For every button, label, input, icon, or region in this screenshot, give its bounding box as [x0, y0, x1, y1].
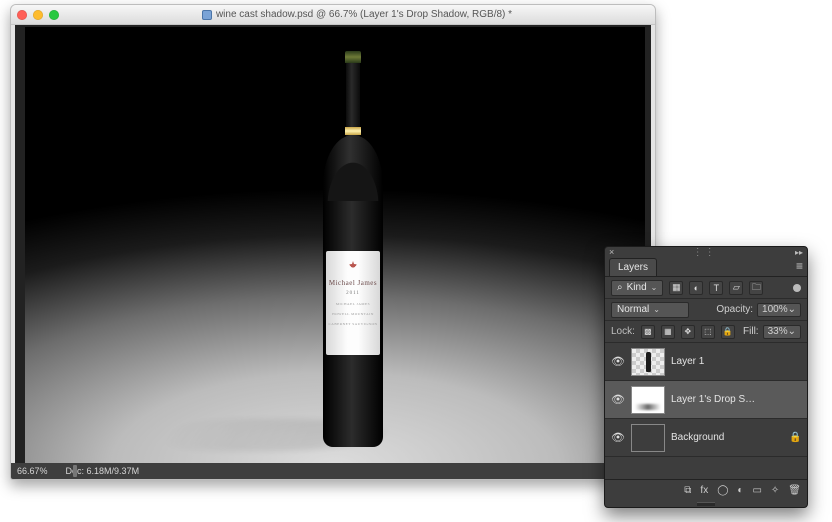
status-bar: 66.67% Doc: 6.18M/9.37M [11, 463, 655, 479]
layers-list: 👁 Layer 1 👁 Layer 1's Drop S… 👁 Backgrou… [605, 343, 807, 479]
visibility-toggle-icon[interactable]: 👁 [611, 355, 625, 368]
panel-close-icon[interactable]: × [609, 247, 614, 257]
add-mask-icon[interactable]: ◯ [717, 485, 728, 496]
window-title: wine cast shadow.psd @ 66.7% (Layer 1's … [65, 9, 649, 20]
layer-thumbnail[interactable] [631, 386, 665, 414]
new-adjust-icon[interactable]: ◐ [737, 485, 743, 496]
layers-panel: × ⋮⋮ ▸▸ Layers ≡ ⌕ Kind ⌄ ▦ ◐ T ▱ 🗀 Norm… [604, 246, 808, 508]
layer-filter-row: ⌕ Kind ⌄ ▦ ◐ T ▱ 🗀 [605, 277, 807, 299]
search-icon: ⌕ [617, 282, 623, 293]
canvas-area[interactable]: Michael James 2011 MICHAEL JAMES HOWELL … [15, 25, 651, 463]
lock-label: Lock: [611, 326, 635, 337]
label-line3: CABERNET SAUVIGNON [328, 322, 377, 326]
layer-fx-icon[interactable]: fx [700, 485, 708, 496]
chevron-down-icon: ⌄ [653, 305, 660, 314]
minimize-button[interactable] [33, 10, 43, 20]
filter-smart-icon[interactable]: 🗀 [749, 281, 763, 295]
opacity-value-text: 100% [762, 304, 788, 315]
layer-name[interactable]: Layer 1's Drop S… [671, 394, 801, 405]
layer-thumbnail[interactable] [631, 348, 665, 376]
filter-toggle-icon[interactable] [793, 284, 801, 292]
panel-tabs: Layers ≡ [605, 257, 807, 277]
panel-collapse-icon[interactable]: ▸▸ [795, 248, 803, 257]
zoom-button[interactable] [49, 10, 59, 20]
visibility-toggle-icon[interactable]: 👁 [611, 393, 625, 406]
delete-layer-icon[interactable]: 🗑 [788, 485, 801, 496]
chevron-down-icon: ⌄ [788, 326, 796, 337]
chevron-down-icon: ⌄ [651, 283, 658, 292]
layer-thumbnail[interactable] [631, 424, 665, 452]
fill-value-field[interactable]: 33% ⌄ [763, 325, 801, 339]
blend-mode-dropdown[interactable]: Normal ⌄ [611, 302, 689, 318]
blend-row: Normal ⌄ Opacity: 100% ⌄ [605, 299, 807, 321]
layer-row[interactable]: 👁 Layer 1's Drop S… [605, 381, 807, 419]
fleur-de-lis-icon [348, 261, 358, 273]
window-titlebar: wine cast shadow.psd @ 66.7% (Layer 1's … [11, 5, 655, 25]
layer-row[interactable]: 👁 Layer 1 [605, 343, 807, 381]
lock-move-icon[interactable]: ✥ [681, 325, 695, 339]
label-signature: Michael James [329, 279, 377, 287]
wine-bottle-graphic: Michael James 2011 MICHAEL JAMES HOWELL … [323, 51, 383, 447]
layer-name[interactable]: Background [671, 432, 783, 443]
opacity-control: Opacity: 100% ⌄ [716, 303, 801, 317]
layer-row[interactable]: 👁 Background 🔒 [605, 419, 807, 457]
fill-control: Fill: 33% ⌄ [743, 325, 801, 339]
zoom-readout[interactable]: 66.67% [17, 466, 48, 476]
filter-kind-dropdown[interactable]: ⌕ Kind ⌄ [611, 280, 663, 296]
blend-mode-value: Normal [617, 304, 649, 315]
fill-label: Fill: [743, 326, 759, 337]
window-title-text: wine cast shadow.psd @ 66.7% (Layer 1's … [216, 9, 512, 20]
opacity-label: Opacity: [716, 304, 753, 315]
label-line1: MICHAEL JAMES [336, 302, 370, 306]
document-window: wine cast shadow.psd @ 66.7% (Layer 1's … [10, 4, 656, 480]
filter-pixel-icon[interactable]: ▦ [669, 281, 683, 295]
panel-menu-icon[interactable]: ≡ [796, 259, 803, 273]
panel-resize-handle[interactable] [605, 501, 807, 507]
label-line2: HOWELL MOUNTAIN [332, 312, 374, 316]
document-icon [202, 10, 212, 20]
link-layers-icon[interactable]: ⧉ [684, 485, 691, 496]
lock-pixels-icon[interactable]: ▩ [641, 325, 655, 339]
lock-position-icon[interactable]: ▦ [661, 325, 675, 339]
new-group-icon[interactable]: ▭ [752, 485, 761, 496]
canvas[interactable]: Michael James 2011 MICHAEL JAMES HOWELL … [25, 27, 645, 463]
opacity-value-field[interactable]: 100% ⌄ [757, 303, 801, 317]
lock-row: Lock: ▩ ▦ ✥ ⬚ 🔒 Fill: 33% ⌄ [605, 321, 807, 343]
label-year: 2011 [346, 291, 360, 296]
lock-icon: 🔒 [789, 432, 801, 443]
bottle-label: Michael James 2011 MICHAEL JAMES HOWELL … [326, 251, 380, 355]
fill-value-text: 33% [768, 326, 788, 337]
lock-all-icon[interactable]: 🔒 [721, 325, 735, 339]
close-button[interactable] [17, 10, 27, 20]
layer-name[interactable]: Layer 1 [671, 356, 801, 367]
panel-footer: ⧉ fx ◯ ◐ ▭ ✧ 🗑 [605, 479, 807, 501]
panel-grip[interactable]: × ⋮⋮ ▸▸ [605, 247, 807, 257]
traffic-lights [17, 10, 59, 20]
new-layer-icon[interactable]: ✧ [771, 485, 779, 496]
lock-artboard-icon[interactable]: ⬚ [701, 325, 715, 339]
visibility-toggle-icon[interactable]: 👁 [611, 431, 625, 444]
panel-drag-icon[interactable]: ⋮⋮ [693, 247, 717, 258]
filter-shape-icon[interactable]: ▱ [729, 281, 743, 295]
zoom-slider-handle[interactable] [73, 465, 77, 477]
tab-layers[interactable]: Layers [609, 258, 657, 276]
filter-kind-label: Kind [627, 282, 647, 293]
filter-adjust-icon[interactable]: ◐ [689, 281, 703, 295]
filter-type-icon[interactable]: T [709, 281, 723, 295]
chevron-down-icon: ⌄ [788, 304, 796, 315]
